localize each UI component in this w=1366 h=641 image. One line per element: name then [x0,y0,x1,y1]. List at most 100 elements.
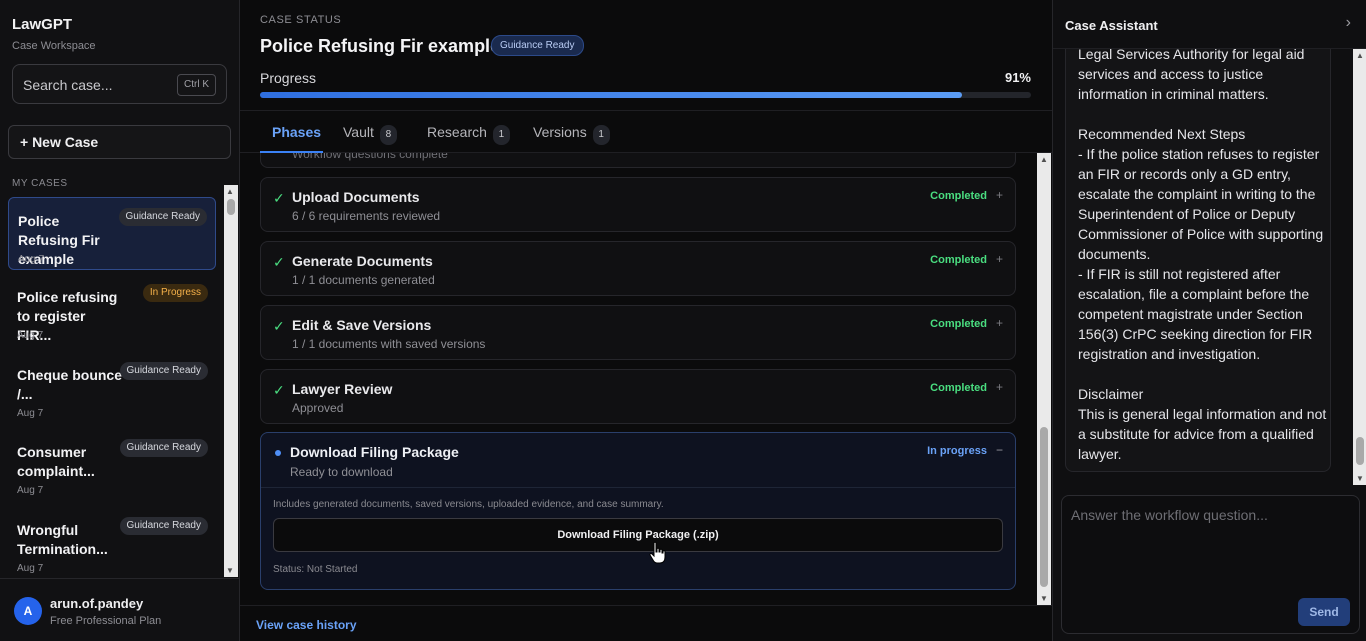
new-case-button[interactable]: + New Case [8,125,231,159]
phase-status: In progress [927,445,987,457]
case-date: Aug 7 [17,330,44,341]
expand-icon[interactable]: + [996,188,1003,202]
tab-phases[interactable]: Phases [272,124,321,140]
phase-title: Upload Documents [292,189,420,205]
case-status-badge: Guidance Ready [119,439,208,457]
expand-icon[interactable]: + [996,252,1003,266]
scroll-up-icon[interactable]: ▲ [226,187,234,196]
tab-count-badge: 8 [379,125,397,145]
history-bar: View case history [240,605,1052,641]
my-cases-heading: MY CASES [12,178,68,189]
case-item[interactable]: Wrongful Termination... Aug 7 Guidance R… [8,507,216,577]
hand-cursor-icon [649,541,666,564]
tab-count-badge: 1 [492,125,510,145]
chevron-right-icon[interactable]: › [1346,14,1351,32]
scroll-thumb[interactable] [1356,437,1364,465]
in-progress-dot-icon [275,450,281,456]
progress-label: Progress [260,70,317,86]
phase-subtitle: Ready to download [290,465,393,479]
main-panel: CASE STATUS Police Refusing Fir example … [240,0,1052,641]
phase-card-previous[interactable]: Workflow questions complete [260,153,1016,168]
send-button[interactable]: Send [1298,598,1350,626]
scroll-up-icon[interactable]: ▲ [1040,155,1048,164]
expand-icon[interactable]: + [996,380,1003,394]
assistant-message-text: Legal Services Authority for legal aid s… [1078,49,1327,462]
case-date: Aug 7 [18,254,45,265]
phase-subtitle: 6 / 6 requirements reviewed [292,209,441,223]
assistant-message: Legal Services Authority for legal aid s… [1065,49,1331,472]
phase-card-edit-save-versions[interactable]: ✓ Edit & Save Versions 1 / 1 documents w… [260,305,1016,360]
case-date: Aug 7 [17,563,44,574]
case-item[interactable]: Consumer complaint... Aug 7 Guidance Rea… [8,429,216,502]
case-status-badge: In Progress [142,284,208,302]
progress-percent: 91% [1004,70,1031,85]
scroll-thumb[interactable] [227,199,235,215]
progress-bar-fill [260,92,962,98]
progress-bar [260,92,1031,98]
answer-input[interactable]: Answer the workflow question... Send [1061,495,1360,634]
check-icon: ✓ [273,254,285,270]
scroll-down-icon[interactable]: ▼ [1356,474,1364,483]
tab-label: Versions [533,124,587,140]
case-item-active[interactable]: Police Refusing Fir example Aug 7 Guidan… [8,197,216,270]
assistant-title: Case Assistant [1065,18,1158,33]
case-item[interactable]: Police refusing to register FIR... Aug 7… [8,274,216,347]
page-title: Police Refusing Fir example [260,36,501,56]
case-date: Aug 7 [17,408,44,419]
answer-input-placeholder: Answer the workflow question... [1071,507,1268,523]
tab-label: Phases [272,124,322,140]
search-input[interactable]: Search case... Ctrl K [12,64,227,104]
phase-status: Completed [930,254,987,266]
main-scrollbar[interactable]: ▲ ▼ [1037,153,1051,605]
tab-research[interactable]: Research 1 [427,124,510,145]
phase-card-generate-documents[interactable]: ✓ Generate Documents 1 / 1 documents gen… [260,241,1016,296]
sidebar: LawGPT Case Workspace Search case... Ctr… [0,0,240,641]
app-window: LawGPT Case Workspace Search case... Ctr… [0,0,1366,641]
brand-subtitle: Case Workspace [12,40,96,52]
brand-name: LawGPT [12,16,73,33]
case-status-eyebrow: CASE STATUS [260,14,342,26]
phase-status: Completed [930,190,987,202]
phase-status: Completed [930,318,987,330]
user-name: arun.of.pandey [50,596,144,611]
case-list: Police Refusing Fir example Aug 7 Guidan… [0,193,224,577]
phase-card-download-filing-package[interactable]: Download Filing Package Ready to downloa… [260,432,1016,590]
case-item[interactable]: Cheque bounce /... Aug 7 Guidance Ready [8,352,216,425]
phase-title: Generate Documents [292,253,433,269]
scroll-down-icon[interactable]: ▼ [1040,594,1048,603]
collapse-icon[interactable]: − [996,443,1003,457]
scroll-down-icon[interactable]: ▼ [226,566,234,575]
expand-icon[interactable]: + [996,316,1003,330]
case-status-badge: Guidance Ready [119,362,208,380]
search-placeholder: Search case... [23,77,113,93]
scroll-thumb[interactable] [1040,427,1048,587]
check-icon: ✓ [273,190,285,206]
phase-card-upload-documents[interactable]: ✓ Upload Documents 6 / 6 requirements re… [260,177,1016,232]
tab-versions[interactable]: Versions 1 [533,124,610,145]
status-badge: Guidance Ready [491,35,584,56]
tab-label: Vault [343,124,374,140]
phase-title: Lawyer Review [292,381,393,397]
case-title: Cheque bounce /... [17,367,123,402]
tab-vault[interactable]: Vault 8 [343,124,397,145]
case-title: Wrongful Termination... [17,522,108,557]
search-shortcut-badge: Ctrl K [177,74,216,96]
case-status-badge: Guidance Ready [119,517,208,535]
user-plan: Free Professional Plan [50,615,162,627]
tab-label: Research [427,124,487,140]
user-profile[interactable]: A arun.of.pandey Free Professional Plan [0,578,240,641]
scroll-up-icon[interactable]: ▲ [1356,51,1364,60]
sidebar-scrollbar[interactable]: ▲ ▼ [224,185,238,577]
assistant-header: Case Assistant › [1053,0,1366,49]
avatar: A [14,597,42,625]
phase-description: Includes generated documents, saved vers… [273,499,664,510]
download-filing-package-button[interactable]: Download Filing Package (.zip) [273,518,1003,552]
case-date: Aug 7 [17,485,44,496]
phase-status-line: Status: Not Started [273,564,358,575]
case-title: Consumer complaint... [17,444,95,479]
tab-bar: Phases Vault 8 Research 1 Versions 1 [240,110,1052,153]
assistant-scrollbar[interactable]: ▲ ▼ [1353,49,1366,485]
view-case-history-link[interactable]: View case history [256,618,357,632]
phase-card-lawyer-review[interactable]: ✓ Lawyer Review Approved Completed + [260,369,1016,424]
divider [261,487,1015,488]
